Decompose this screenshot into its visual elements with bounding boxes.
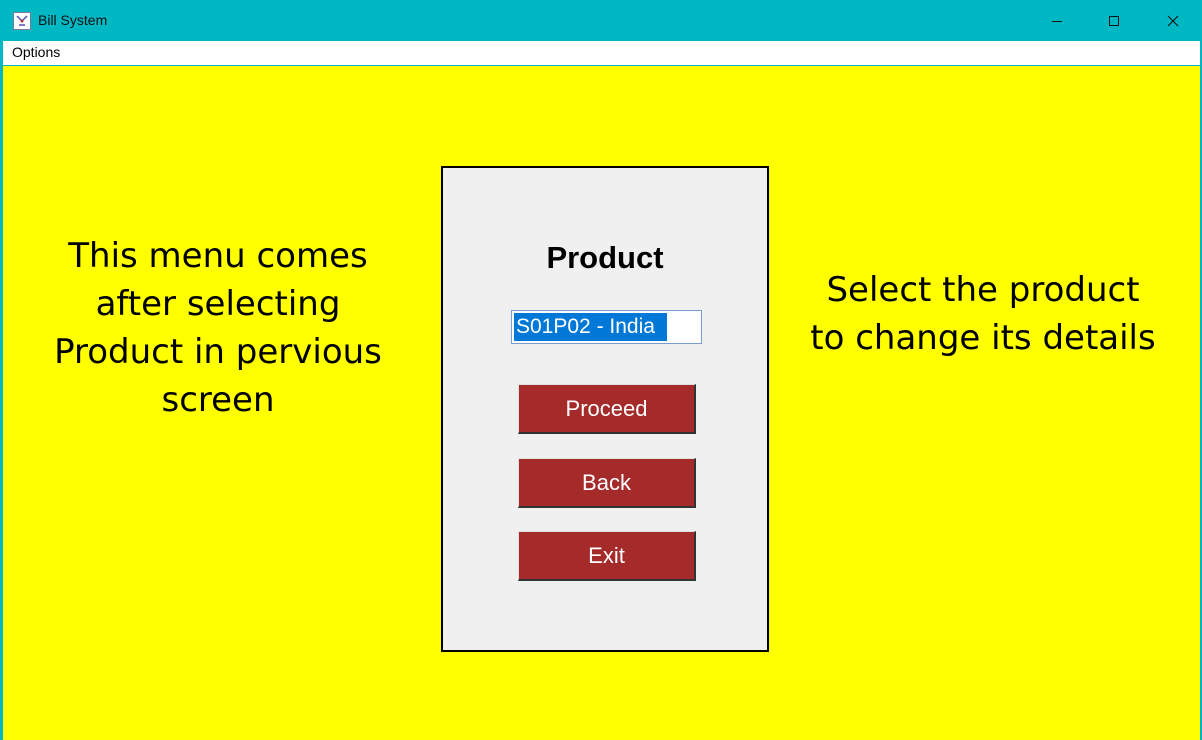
close-button[interactable] (1144, 0, 1202, 41)
main-canvas: This menu comes after selecting Product … (3, 66, 1200, 740)
exit-button[interactable]: Exit (518, 531, 696, 581)
product-select-value: S01P02 - India (514, 313, 667, 341)
back-button[interactable]: Back (518, 458, 696, 508)
product-panel: Product S01P02 - India Proceed Back Exit (441, 166, 769, 652)
title-bar: Bill System (0, 0, 1202, 41)
menu-bar: Options (3, 41, 1200, 65)
left-annotation: This menu comes after selecting Product … (54, 236, 382, 420)
menu-item-options[interactable]: Options (12, 44, 60, 60)
minimize-icon (1051, 15, 1063, 27)
product-select[interactable]: S01P02 - India (511, 310, 702, 344)
close-icon (1167, 15, 1179, 27)
right-annotation: Select the product to change its details (810, 270, 1156, 358)
app-icon (13, 12, 31, 30)
proceed-button[interactable]: Proceed (518, 384, 696, 434)
maximize-button[interactable] (1085, 0, 1143, 41)
panel-title: Product (546, 240, 664, 275)
minimize-button[interactable] (1028, 0, 1086, 41)
window-title: Bill System (38, 12, 108, 28)
maximize-icon (1108, 15, 1120, 27)
